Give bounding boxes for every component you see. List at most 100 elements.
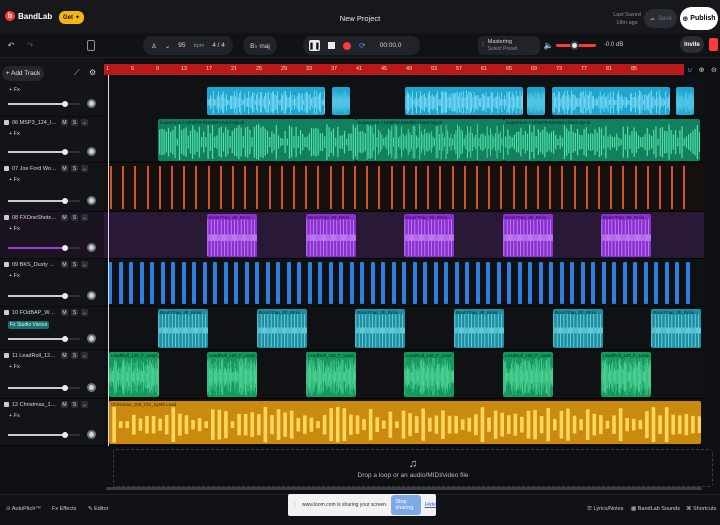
track-lane[interactable]: LeadRoll_120_F_Lead... LeadRoll_120_F_Lea…	[104, 350, 704, 399]
playhead[interactable]	[108, 75, 109, 446]
audio-region[interactable]: BoomTrap_90_Bmin...	[404, 214, 454, 257]
track-volume-slider[interactable]	[8, 432, 80, 438]
track-lane[interactable]: BoomTrap_90_Bmin... BoomTrap_90_Bmin... Bo…	[104, 212, 704, 259]
solo-button[interactable]: S	[71, 214, 78, 221]
track-header[interactable]: 07 Joe Ford Wobbly B... M S ⌄ + Fx	[0, 163, 104, 212]
key-selector[interactable]: B♭ maj	[243, 36, 277, 55]
audio-region[interactable]	[405, 87, 523, 115]
audio-region[interactable]: loopermon-i-1006f78-818450-i-hard-rap-dr	[158, 119, 356, 161]
track-name[interactable]: 11 LeadRoll_120_F_Le...	[12, 353, 58, 359]
add-fx-button[interactable]: + Fx	[9, 87, 20, 93]
track-name[interactable]: 06 MSP3_124_loose_b...	[12, 120, 58, 126]
audio-region[interactable]: BoomTrap_90_Bmin...	[651, 309, 701, 348]
track-lane[interactable]: BoomTrap_90_Bmin... BoomTrap_90_Bmin... Bo…	[104, 307, 704, 350]
audio-region[interactable]: LeadRoll_120_F_Lead...	[404, 352, 454, 397]
audio-region[interactable]	[332, 87, 350, 115]
lyrics-button[interactable]: ☰ Lyrics/Notes	[587, 506, 624, 512]
track-lanes[interactable]: loopermon-i-1006f78-818450-i-hard-rap-dr…	[104, 75, 704, 446]
bpm-value[interactable]: 95	[178, 42, 185, 49]
audio-region[interactable]: BoomTrap_90_Bmin...	[454, 309, 504, 348]
chevron-down-icon[interactable]: ⌄	[81, 261, 88, 268]
chevron-down-icon[interactable]: ⌄	[81, 214, 88, 221]
chevron-down-icon[interactable]: ⌄	[81, 401, 88, 408]
mute-button[interactable]: M	[61, 261, 68, 268]
audio-region[interactable]: LeadRoll_120_F_Lead...	[503, 352, 553, 397]
collab-icon[interactable]	[709, 38, 718, 51]
track-name[interactable]: 07 Joe Ford Wobbly B...	[12, 166, 58, 172]
track-volume-slider[interactable]	[8, 293, 80, 299]
track-header[interactable]: 09 BKS_Dusty Wobbl... M S ⌄ + Fx	[0, 259, 104, 307]
stop-sharing-button[interactable]: Stop sharing	[391, 495, 421, 515]
track-lane[interactable]: loopermon-i-1006f78-818450-i-hard-rap-dr…	[104, 117, 704, 163]
track-volume-slider[interactable]	[8, 336, 80, 342]
track-lane[interactable]	[104, 75, 704, 118]
track-name[interactable]: 09 BKS_Dusty Wobbl...	[12, 262, 58, 268]
loop-icon[interactable]: ⟳	[359, 41, 366, 50]
mastering-selector[interactable]: ⫶ Mastering Select Preset	[478, 36, 540, 55]
audio-region[interactable]: loopermon-i-1006f78-818450-i-hard-rap-dr	[504, 119, 700, 161]
track-name[interactable]: 12 Christmas_100_Chr...	[12, 402, 58, 408]
chevron-down-icon[interactable]: ⌄	[81, 119, 88, 126]
pause-icon[interactable]: ❚❚	[309, 40, 320, 51]
track-header[interactable]: 12 Christmas_100_Chr... M S ⌄ + Fx	[0, 399, 104, 446]
track-lane[interactable]	[104, 259, 704, 307]
time-signature[interactable]: 4 / 4	[212, 42, 225, 49]
track-name[interactable]: 10 FOdBAP_Wobble_07_...	[12, 310, 58, 316]
mute-button[interactable]: M	[61, 309, 68, 316]
chevron-down-icon[interactable]: ⌄	[81, 309, 88, 316]
shortcuts-button[interactable]: ⌘ Shortcuts	[686, 506, 716, 512]
horizontal-scrollbar[interactable]	[106, 487, 702, 490]
master-volume-knob[interactable]	[570, 41, 579, 50]
track-volume-knob[interactable]	[62, 432, 68, 438]
magnet-icon[interactable]: ∪	[687, 66, 692, 74]
save-button[interactable]: ☁ Save	[644, 9, 677, 28]
redo-icon[interactable]: ↷	[24, 38, 36, 53]
pan-knob[interactable]	[87, 196, 96, 205]
audio-region[interactable]: LeadRoll_120_F_Lead...	[109, 352, 159, 397]
audio-region[interactable]: LeadRoll_120_F_Lead...	[601, 352, 651, 397]
track-header[interactable]: + Fx	[0, 58, 104, 117]
bandlab-logo[interactable]: b BandLab	[5, 11, 52, 21]
publish-button[interactable]: ⊕ Publish	[680, 7, 718, 30]
master-volume-slider[interactable]	[556, 41, 596, 50]
pan-knob[interactable]	[87, 334, 96, 343]
track-header[interactable]: 08 FXOneShots Wobble M S ⌄ + Fx	[0, 212, 104, 259]
audio-region[interactable]	[552, 87, 670, 115]
bandlab-sounds-button[interactable]: ▦ BandLab Sounds	[631, 506, 680, 512]
audio-region[interactable]: BoomTrap_90_Bmin...	[503, 214, 553, 257]
effects-button[interactable]: Fx Effects	[52, 506, 76, 512]
tempo-control[interactable]: ♙ ⌄ 95 bpm 4 / 4	[143, 36, 233, 55]
track-volume-knob[interactable]	[62, 293, 68, 299]
audio-region[interactable]: LeadRoll_120_F_Lead...	[207, 352, 257, 397]
drop-zone[interactable]: ♫ Drop a loop or an audio/MIDI/video fil…	[113, 449, 713, 487]
hide-link[interactable]: Hide	[425, 502, 436, 508]
add-fx-button[interactable]: + Fx	[9, 131, 20, 137]
record-icon[interactable]	[343, 41, 351, 50]
audio-region[interactable]: BoomTrap_90_Bmin...	[158, 309, 208, 348]
solo-button[interactable]: S	[71, 165, 78, 172]
track-lane[interactable]	[104, 163, 704, 212]
track-volume-slider[interactable]	[8, 198, 80, 204]
track-volume-knob[interactable]	[62, 385, 68, 391]
add-fx-button[interactable]: + Fx	[9, 364, 20, 370]
stop-icon[interactable]	[328, 42, 335, 49]
undo-icon[interactable]: ↶	[5, 38, 17, 53]
add-fx-button[interactable]: + Fx	[9, 226, 20, 232]
autopitch-button[interactable]: ⊙ AutoPitch™	[6, 506, 41, 512]
track-volume-knob[interactable]	[62, 149, 68, 155]
tuner-icon[interactable]	[86, 38, 96, 53]
track-volume-knob[interactable]	[62, 245, 68, 251]
track-volume-slider[interactable]	[8, 149, 80, 155]
chevron-down-icon[interactable]: ⌄	[165, 42, 170, 50]
track-volume-knob[interactable]	[62, 198, 68, 204]
metronome-icon[interactable]: ♙	[151, 42, 157, 50]
pan-knob[interactable]	[87, 430, 96, 439]
audio-region[interactable]: BoomTrap_90_Bmin...	[257, 309, 307, 348]
editor-button[interactable]: ✎ Editor	[88, 506, 109, 512]
audio-region[interactable]: BoomTrap_90_Bmin...	[207, 214, 257, 257]
audio-region[interactable]	[527, 87, 545, 115]
invite-button[interactable]: Invite	[680, 36, 704, 53]
audio-region[interactable]: BoomTrap_90_Bmin...	[355, 309, 405, 348]
track-header[interactable]: 10 FOdBAP_Wobble_07_... M S ⌄ Fx Studio …	[0, 307, 104, 350]
mute-button[interactable]: M	[61, 165, 68, 172]
